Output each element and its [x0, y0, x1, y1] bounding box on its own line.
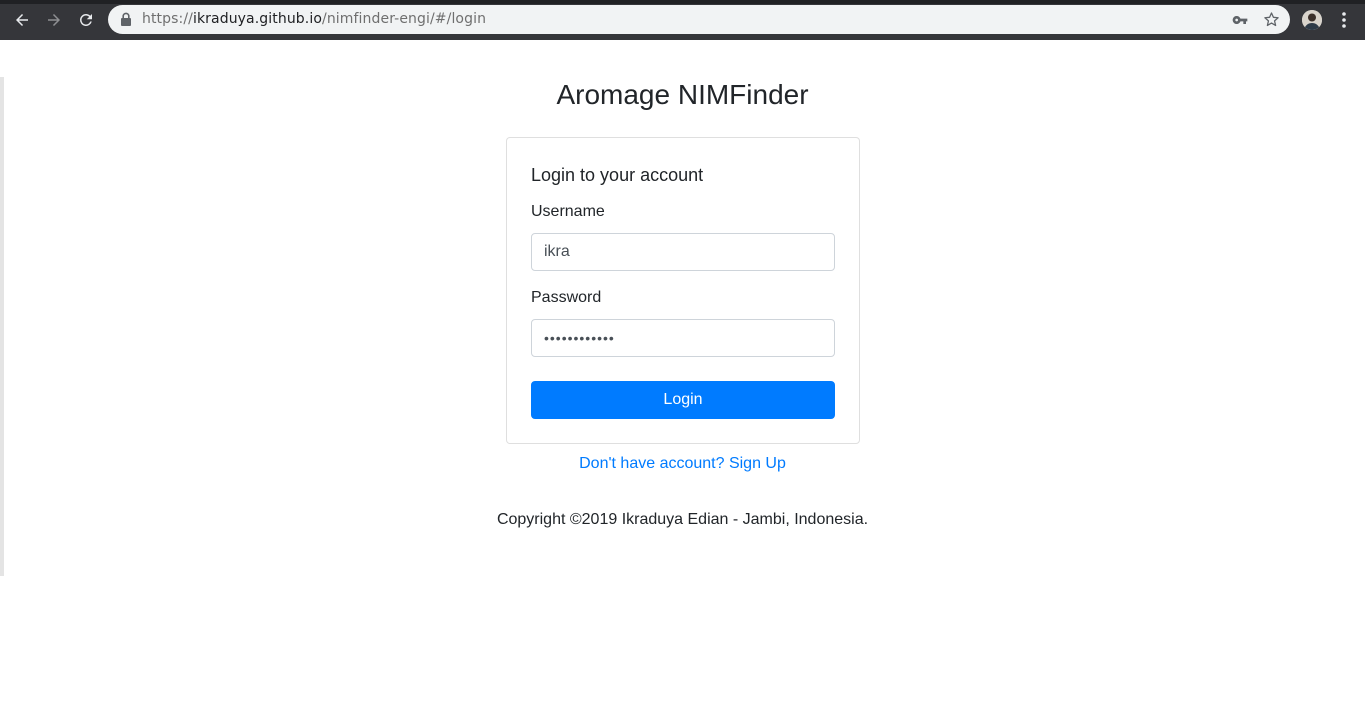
- password-input[interactable]: ••••••••••••: [531, 319, 835, 357]
- browser-toolbar: https://ikraduya.github.io/nimfinder-eng…: [0, 0, 1365, 40]
- reload-button[interactable]: [74, 8, 98, 32]
- tab-strip: [0, 0, 1365, 4]
- signup-link-text[interactable]: Don't have account? Sign Up: [579, 455, 786, 472]
- url-host: ikraduya.github.io: [192, 11, 322, 27]
- lock-icon: [121, 12, 131, 26]
- forward-button[interactable]: [42, 8, 66, 32]
- page-title: Aromage NIMFinder: [556, 79, 809, 110]
- username-value: ikra: [544, 243, 570, 260]
- url-scheme: https://: [142, 11, 193, 27]
- url-path: /nimfinder-engi/#/login: [322, 11, 487, 27]
- back-button[interactable]: [10, 8, 34, 32]
- login-button[interactable]: Login: [531, 381, 835, 419]
- password-value: ••••••••••••: [544, 330, 615, 346]
- profile-avatar[interactable]: [1302, 10, 1322, 30]
- user-icon: [1302, 10, 1322, 30]
- username-label: Username: [531, 203, 605, 220]
- kebab-menu-icon[interactable]: [1336, 10, 1352, 30]
- star-icon[interactable]: [1263, 11, 1280, 28]
- page-viewport: Aromage NIMFinder Login to your account …: [0, 40, 1365, 710]
- signup-link: Don't have account? Sign Up: [0, 455, 1365, 473]
- username-input[interactable]: ikra: [531, 233, 835, 271]
- left-divider: [0, 77, 4, 576]
- url-text[interactable]: https://ikraduya.github.io/nimfinder-eng…: [142, 11, 486, 27]
- password-label: Password: [531, 289, 602, 306]
- arrow-left-icon: [16, 14, 28, 26]
- login-heading: Login to your account: [531, 165, 704, 185]
- key-icon[interactable]: [1232, 12, 1248, 28]
- address-bar[interactable]: https://ikraduya.github.io/nimfinder-eng…: [108, 5, 1290, 34]
- reload-icon: [79, 13, 92, 26]
- arrow-right-icon: [48, 14, 60, 26]
- login-card: Login to your account Username ikra Pass…: [506, 137, 860, 444]
- copyright-footer: Copyright ©2019 Ikraduya Edian - Jambi, …: [496, 511, 869, 528]
